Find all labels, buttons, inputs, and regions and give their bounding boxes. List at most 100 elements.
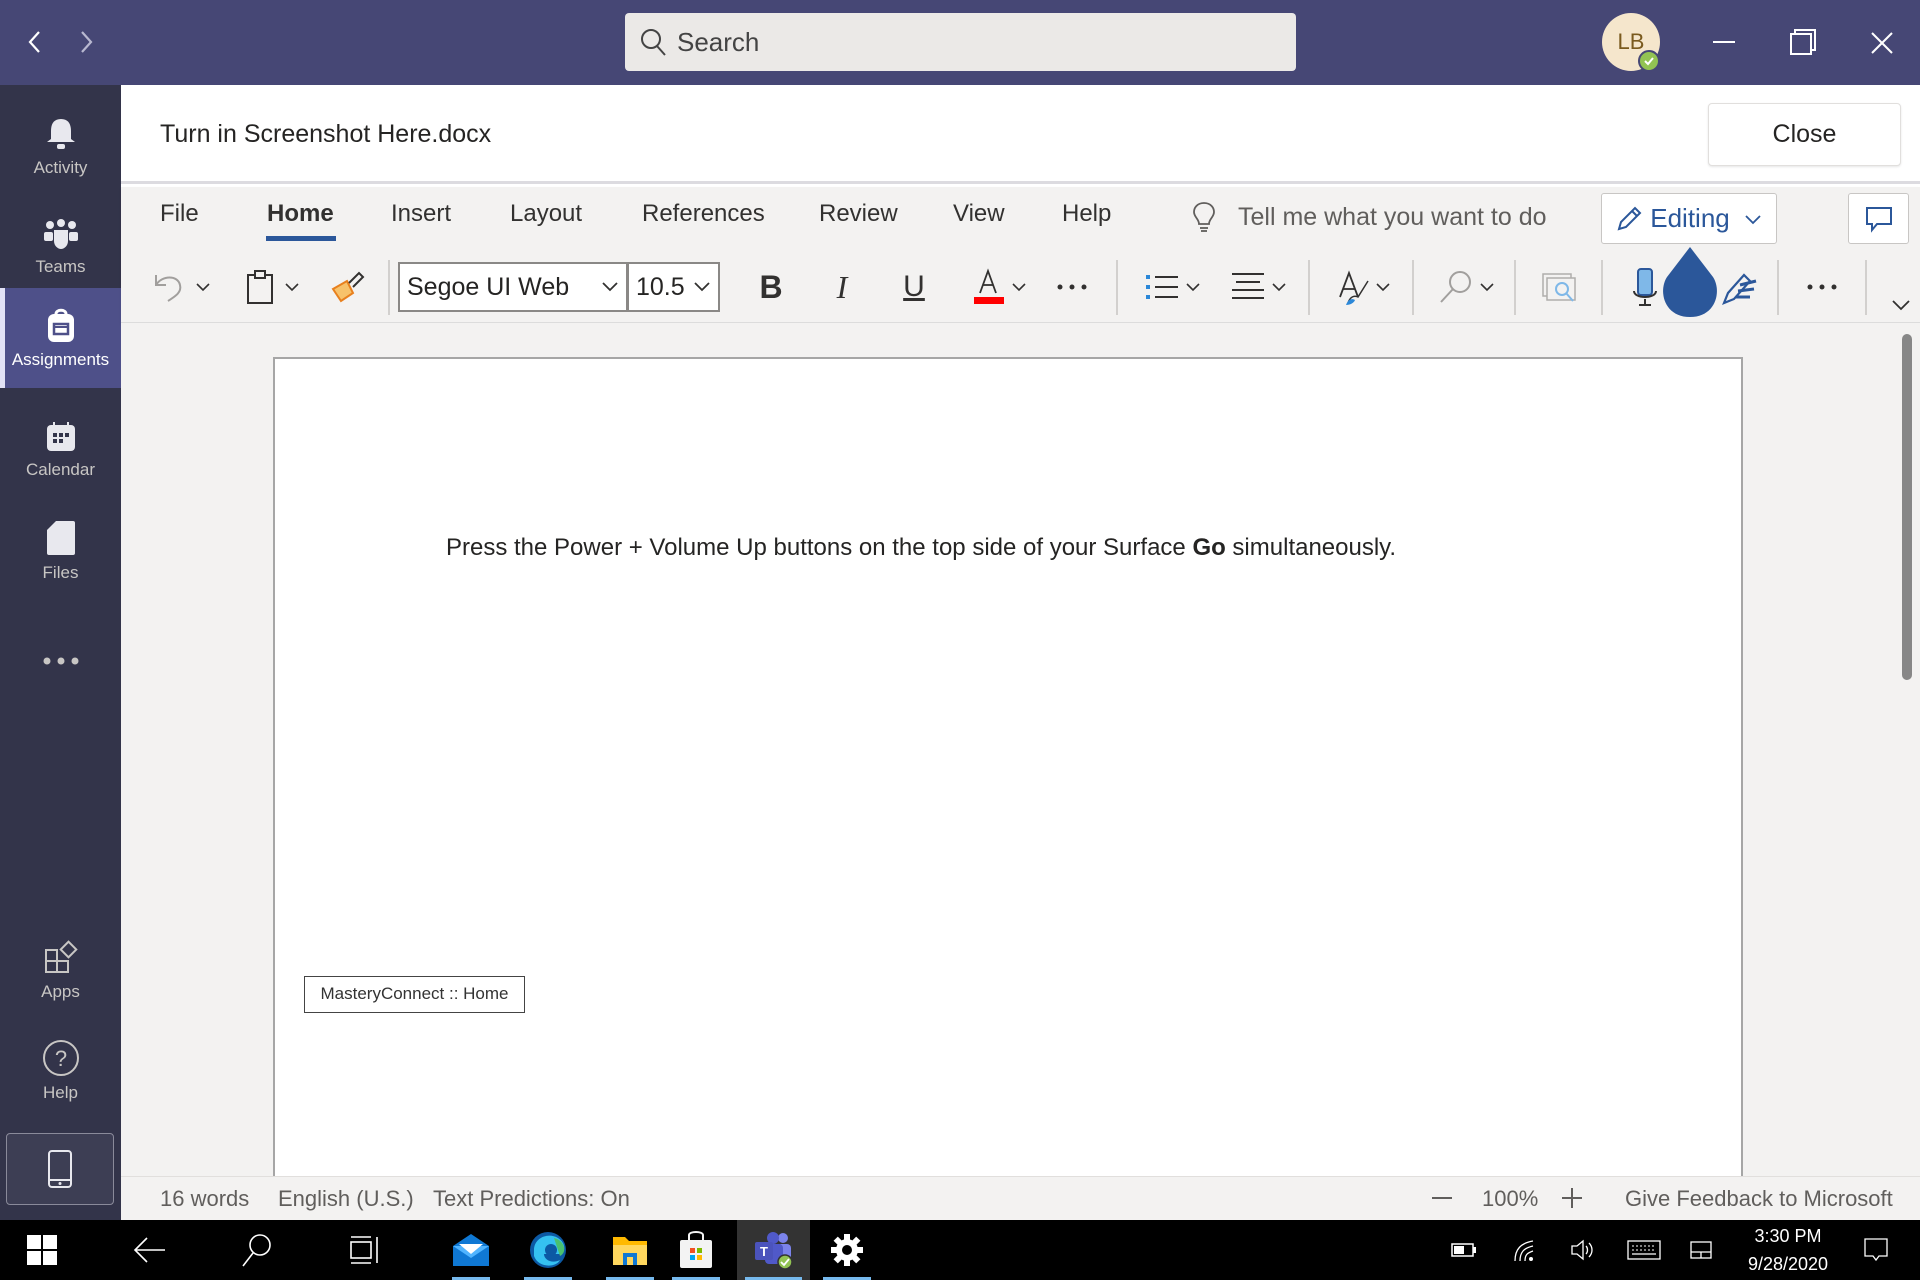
restore-button[interactable] [1777,18,1827,68]
rail-label: Teams [35,257,86,276]
rail-item-apps[interactable]: Apps [0,921,121,1021]
wifi-icon [1514,1240,1534,1262]
font-name-dropdown[interactable]: Segoe UI Web [398,262,628,312]
wifi-indicator[interactable] [1505,1220,1545,1280]
tab-home[interactable]: Home [267,200,334,228]
minimize-button[interactable] [1699,18,1749,68]
clock-date: 9/28/2020 [1747,1254,1829,1274]
tab-review[interactable]: Review [819,200,898,228]
chevron-down-icon [1186,283,1200,292]
chevron-down-icon [1892,300,1910,311]
paragraph-alignment-button[interactable] [1226,262,1292,312]
more-commands-button[interactable] [1800,262,1844,312]
rail-item-activity[interactable]: Activity [0,97,121,197]
rail-item-teams[interactable]: Teams [0,198,121,298]
undo-icon [155,275,182,302]
svg-text:?: ? [54,1046,66,1071]
expand-ribbon-button[interactable] [1888,296,1914,316]
tab-file[interactable]: File [160,200,199,228]
immersive-reader-button[interactable] [1534,262,1584,312]
taskbar-settings[interactable] [815,1220,879,1280]
tab-insert[interactable]: Insert [391,200,451,228]
document-body-text[interactable]: Press the Power + Volume Up buttons on t… [446,534,1396,562]
toolbar-divider [388,260,390,315]
close-icon [1871,32,1893,54]
taskbar-file-explorer[interactable] [598,1220,662,1280]
rail-item-help[interactable]: ? Help [0,1021,121,1121]
touch-cursor-drop [1660,247,1720,319]
taskbar-search-button[interactable] [218,1220,294,1280]
paste-button[interactable] [240,262,306,312]
find-button[interactable] [1434,262,1500,312]
forward-button[interactable] [66,22,106,62]
zoom-out-button[interactable] [1430,1186,1454,1210]
rail-more-button[interactable] [0,639,121,689]
undo-button[interactable] [152,262,212,312]
battery-indicator[interactable] [1444,1220,1484,1280]
vertical-scrollbar[interactable] [1902,334,1912,680]
search-icon [242,1234,271,1267]
tell-me-search[interactable]: Tell me what you want to do [1190,200,1547,234]
volume-indicator[interactable] [1563,1220,1603,1280]
touchpad-button[interactable] [1681,1220,1721,1280]
close-window-button[interactable] [1857,18,1907,68]
rail-item-calendar[interactable]: Calendar [0,400,121,500]
underline-button[interactable]: U [889,262,939,312]
taskbar-edge[interactable] [516,1220,580,1280]
editor-button[interactable] [1715,262,1765,312]
rail-item-assignments[interactable]: Assignments [0,288,121,388]
apps-icon [44,940,78,973]
language-button[interactable]: English (U.S.) [278,1186,414,1212]
taskbar-mail[interactable] [444,1220,498,1280]
start-button[interactable] [0,1220,84,1280]
clipboard-icon [247,270,273,304]
bold-button[interactable]: B [746,262,796,312]
close-button[interactable]: Close [1708,103,1901,166]
format-painter-button[interactable] [325,262,369,312]
tab-view[interactable]: View [953,200,1005,228]
more-horizontal-icon [1807,284,1837,290]
device-button[interactable] [6,1133,114,1205]
font-size-dropdown[interactable]: 10.5 [627,262,720,312]
chevron-down-icon [694,282,710,292]
styles-button[interactable] [1330,262,1396,312]
tab-layout[interactable]: Layout [510,200,582,228]
tab-help[interactable]: Help [1062,200,1111,228]
zoom-in-button[interactable] [1560,1186,1584,1210]
chevron-down-icon [602,282,618,292]
tab-references[interactable]: References [642,200,765,228]
chevron-down-icon [1376,283,1390,292]
bullets-button[interactable] [1140,262,1206,312]
restore-icon [1790,29,1816,55]
document-title: Turn in Screenshot Here.docx [160,120,492,148]
italic-button[interactable]: I [817,262,867,312]
back-button[interactable] [15,22,55,62]
teams-app-icon: T [754,1232,793,1270]
editing-mode-dropdown[interactable]: Editing [1601,193,1777,244]
taskbar-clock[interactable]: 3:30 PM 9/28/2020 [1730,1222,1846,1278]
edge-browser-icon [530,1232,566,1268]
rail-label: Files [42,563,79,582]
plus-icon [1562,1188,1582,1208]
styles-icon [1339,270,1369,305]
taskbar-teams[interactable]: T [737,1220,810,1280]
document-page[interactable] [273,357,1743,1187]
more-font-options-button[interactable] [1050,262,1094,312]
taskbar-back-button[interactable] [112,1220,188,1280]
comments-button[interactable] [1848,193,1909,244]
search-bar[interactable]: Search [625,13,1296,71]
toolbar-divider [1116,260,1118,315]
text-predictions-button[interactable]: Text Predictions: On [433,1186,630,1212]
rail-item-files[interactable]: Files [0,501,121,601]
action-center-button[interactable] [1852,1220,1900,1280]
word-count: 16 words [160,1186,250,1211]
taskbar-store[interactable] [664,1220,728,1280]
give-feedback-link[interactable]: Give Feedback to Microsoft [1625,1186,1893,1212]
touch-keyboard-button[interactable] [1622,1220,1666,1280]
link-tooltip[interactable]: MasteryConnect :: Home [304,976,525,1013]
task-view-button[interactable] [326,1220,402,1280]
touchpad-icon [1690,1241,1712,1259]
font-color-button[interactable] [963,262,1035,312]
notification-icon [1864,1238,1888,1262]
file-icon [46,521,75,555]
